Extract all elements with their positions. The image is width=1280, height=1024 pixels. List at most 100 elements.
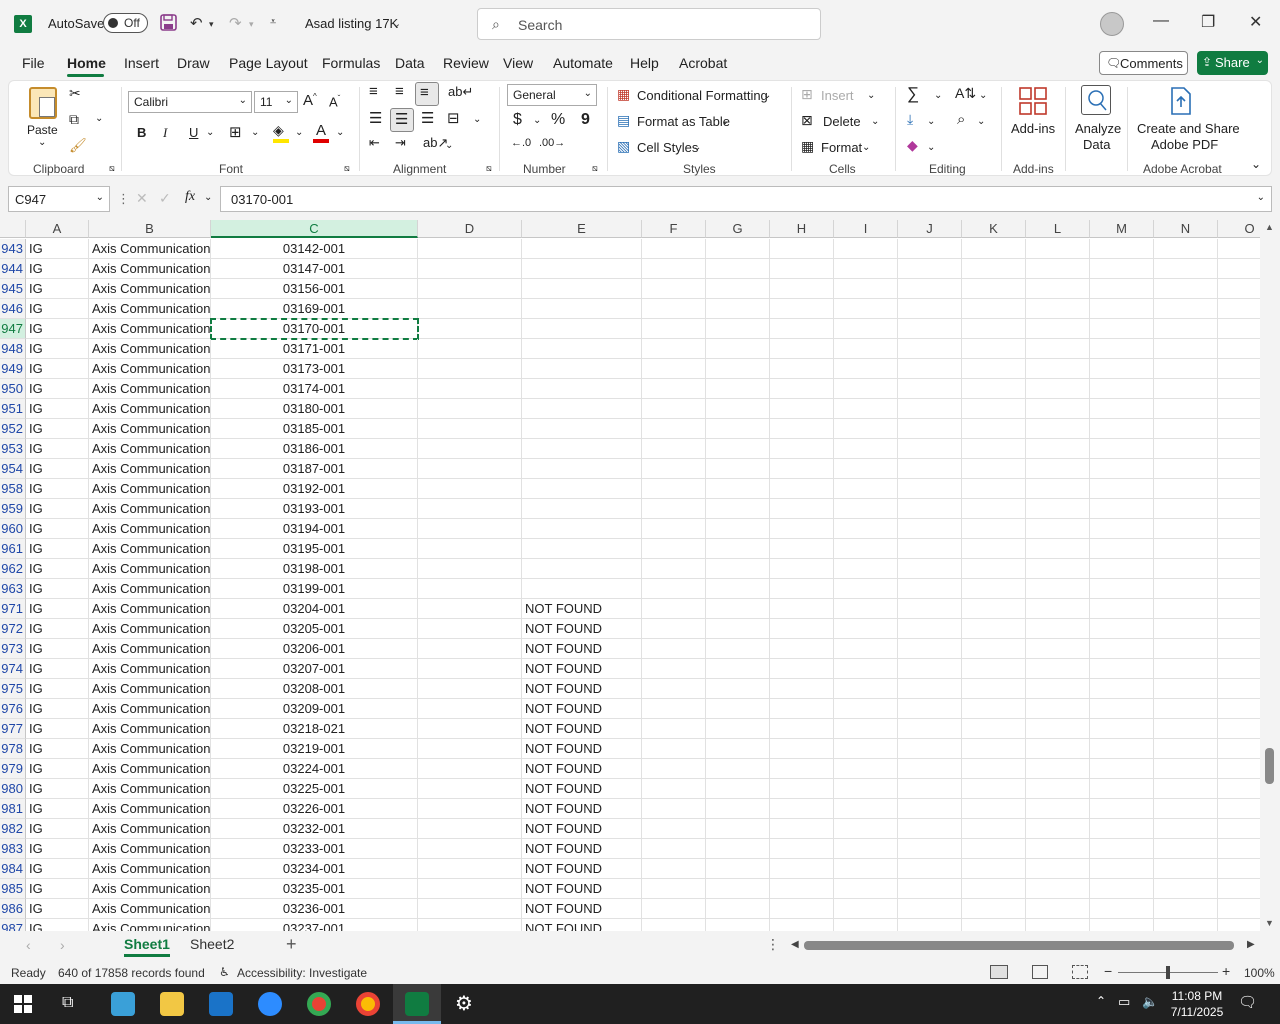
cell-l[interactable]	[1026, 819, 1090, 839]
cell-l[interactable]	[1026, 359, 1090, 379]
cell-b[interactable]: Axis Communications	[89, 259, 211, 279]
cell-f[interactable]	[642, 339, 706, 359]
autosave-toggle[interactable]: Off	[103, 13, 148, 33]
cell-e[interactable]	[522, 459, 642, 479]
cell-m[interactable]	[1090, 619, 1154, 639]
cell-b[interactable]: Axis Communications	[89, 299, 211, 319]
conditional-formatting-icon[interactable]: ▦	[617, 86, 630, 103]
cell-g[interactable]	[706, 879, 770, 899]
format-as-table-button[interactable]: Format as Table	[637, 114, 730, 129]
cell-n[interactable]	[1154, 419, 1218, 439]
cell-m[interactable]	[1090, 419, 1154, 439]
cell-l[interactable]	[1026, 539, 1090, 559]
row-header[interactable]: 987	[0, 919, 26, 931]
cell-n[interactable]	[1154, 279, 1218, 299]
cell-g[interactable]	[706, 479, 770, 499]
cell-b[interactable]: Axis Communications	[89, 779, 211, 799]
cell-b[interactable]: Axis Communications	[89, 859, 211, 879]
find-select-icon[interactable]: ⌕	[957, 111, 965, 128]
file-explorer-icon[interactable]	[160, 992, 184, 1016]
cell-b[interactable]: Axis Communications	[89, 359, 211, 379]
cell-d[interactable]	[418, 919, 522, 931]
row-header[interactable]: 985	[0, 879, 26, 899]
cell-e[interactable]: NOT FOUND	[522, 919, 642, 931]
cell-m[interactable]	[1090, 579, 1154, 599]
orientation-dropdown-icon[interactable]: ⌄	[445, 140, 453, 151]
cut-icon[interactable]: ✂	[69, 85, 81, 102]
cell-e[interactable]: NOT FOUND	[522, 779, 642, 799]
column-header-h[interactable]: H	[770, 220, 834, 238]
document-title[interactable]: Asad listing 17K	[305, 16, 398, 31]
insert-function-button[interactable]: fx	[185, 189, 195, 205]
cell-o[interactable]	[1218, 799, 1260, 819]
cell-o[interactable]	[1218, 639, 1260, 659]
cell-o[interactable]	[1218, 699, 1260, 719]
cell-j[interactable]	[898, 339, 962, 359]
cell-f[interactable]	[642, 479, 706, 499]
cell-f[interactable]	[642, 379, 706, 399]
cell-n[interactable]	[1154, 559, 1218, 579]
currency-dropdown-icon[interactable]: ⌄	[533, 115, 541, 126]
cell-d[interactable]	[418, 319, 522, 339]
cell-m[interactable]	[1090, 359, 1154, 379]
increase-decimal-icon[interactable]: ←.0	[511, 137, 531, 149]
cell-c[interactable]: 03219-001	[211, 739, 418, 759]
cell-a[interactable]: IG	[26, 879, 89, 899]
align-right-icon[interactable]: ☰	[421, 109, 434, 127]
column-header-k[interactable]: K	[962, 220, 1026, 238]
cell-o[interactable]	[1218, 579, 1260, 599]
cell-o[interactable]	[1218, 539, 1260, 559]
cell-f[interactable]	[642, 839, 706, 859]
excel-taskbar-icon[interactable]	[405, 992, 429, 1016]
cell-h[interactable]	[770, 339, 834, 359]
cell-e[interactable]	[522, 279, 642, 299]
cell-m[interactable]	[1090, 399, 1154, 419]
cell-g[interactable]	[706, 359, 770, 379]
cell-k[interactable]	[962, 559, 1026, 579]
cell-n[interactable]	[1154, 619, 1218, 639]
cell-a[interactable]: IG	[26, 859, 89, 879]
insert-cells-button[interactable]: Insert	[821, 88, 854, 103]
cell-n[interactable]	[1154, 779, 1218, 799]
font-color-icon[interactable]: A	[316, 122, 326, 139]
cell-h[interactable]	[770, 919, 834, 931]
cell-n[interactable]	[1154, 679, 1218, 699]
merge-dropdown-icon[interactable]: ⌄	[473, 114, 481, 125]
cell-e[interactable]	[522, 519, 642, 539]
cell-a[interactable]: IG	[26, 639, 89, 659]
cell-k[interactable]	[962, 859, 1026, 879]
minimize-icon[interactable]: —	[1153, 12, 1169, 30]
cell-c[interactable]: 03193-001	[211, 499, 418, 519]
column-header-m[interactable]: M	[1090, 220, 1154, 238]
cell-f[interactable]	[642, 899, 706, 919]
cell-j[interactable]	[898, 279, 962, 299]
cell-d[interactable]	[418, 759, 522, 779]
cell-a[interactable]: IG	[26, 799, 89, 819]
cell-g[interactable]	[706, 779, 770, 799]
cell-g[interactable]	[706, 799, 770, 819]
currency-button[interactable]: $	[513, 111, 522, 129]
cell-e[interactable]	[522, 419, 642, 439]
cell-d[interactable]	[418, 379, 522, 399]
cell-m[interactable]	[1090, 339, 1154, 359]
chrome-profile-icon[interactable]	[356, 992, 380, 1016]
cell-e[interactable]: NOT FOUND	[522, 599, 642, 619]
cell-n[interactable]	[1154, 519, 1218, 539]
cell-k[interactable]	[962, 799, 1026, 819]
cell-m[interactable]	[1090, 439, 1154, 459]
cell-h[interactable]	[770, 619, 834, 639]
row-header[interactable]: 974	[0, 659, 26, 679]
cell-j[interactable]	[898, 619, 962, 639]
cell-g[interactable]	[706, 379, 770, 399]
cell-i[interactable]	[834, 799, 898, 819]
cell-k[interactable]	[962, 359, 1026, 379]
cell-h[interactable]	[770, 539, 834, 559]
windows-start-icon[interactable]	[14, 995, 32, 1013]
cell-i[interactable]	[834, 379, 898, 399]
cell-l[interactable]	[1026, 779, 1090, 799]
cell-f[interactable]	[642, 319, 706, 339]
cell-c[interactable]: 03208-001	[211, 679, 418, 699]
insert-cells-icon[interactable]: ⊞	[801, 86, 813, 103]
zoom-slider-thumb[interactable]	[1166, 966, 1170, 979]
cell-m[interactable]	[1090, 899, 1154, 919]
